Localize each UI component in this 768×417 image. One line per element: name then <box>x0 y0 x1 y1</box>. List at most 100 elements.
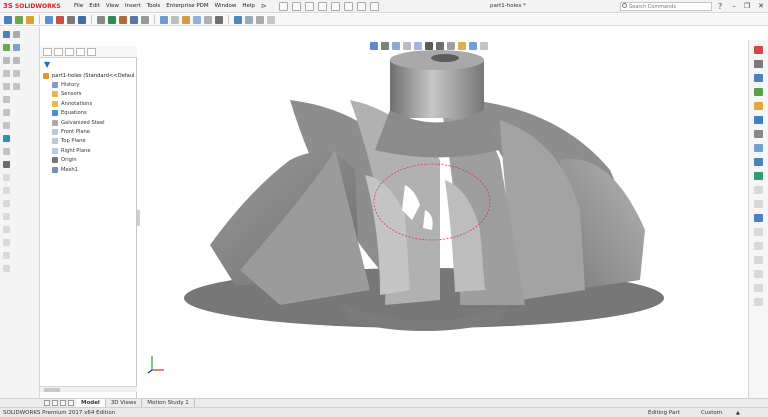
offset-icon[interactable] <box>245 15 253 24</box>
hole-icon[interactable] <box>3 109 10 116</box>
dimxpert-tab-icon[interactable] <box>76 48 85 56</box>
shell-icon[interactable] <box>3 70 10 77</box>
first-tab-icon[interactable] <box>44 400 50 406</box>
wrap-icon[interactable] <box>13 83 20 90</box>
menu-insert[interactable]: Insert <box>125 3 141 9</box>
undo-icon[interactable] <box>330 1 340 11</box>
property-manager-tab-icon[interactable] <box>54 48 63 56</box>
task-pane-item-icon[interactable] <box>754 214 763 222</box>
display-style-icon[interactable] <box>436 41 444 50</box>
task-pane-item-icon[interactable] <box>754 242 763 250</box>
rebuild-icon[interactable] <box>356 1 366 11</box>
task-pane-item-icon[interactable] <box>754 228 763 236</box>
convert-entities-icon[interactable] <box>256 15 264 24</box>
prev-tab-icon[interactable] <box>52 400 58 406</box>
minimize-button[interactable]: – <box>732 2 736 10</box>
menu-tools[interactable]: Tools <box>147 3 161 9</box>
trim-icon[interactable] <box>234 15 242 24</box>
3d-content-icon[interactable] <box>754 158 763 166</box>
view-settings-icon[interactable] <box>480 41 488 50</box>
tree-item-annotations[interactable]: Annotations <box>40 99 137 108</box>
options-icon[interactable] <box>369 1 379 11</box>
display-manager-tab-icon[interactable] <box>87 48 96 56</box>
impeller-model[interactable] <box>140 40 748 398</box>
cad-models-icon[interactable] <box>754 144 763 152</box>
hide-show-items-icon[interactable] <box>447 41 455 50</box>
circle-icon[interactable] <box>193 15 201 24</box>
menu-enterprise-pdm[interactable]: Enterprise PDM <box>166 3 208 9</box>
tree-item-front-plane[interactable]: Front Plane <box>40 127 137 136</box>
tree-item-material[interactable]: Galvanized Steel <box>40 118 137 127</box>
design-library-icon[interactable] <box>754 60 763 68</box>
combine-icon[interactable] <box>3 148 10 155</box>
fill-icon[interactable] <box>3 265 10 272</box>
cut-icon[interactable] <box>45 15 53 24</box>
mesh-tools-icon[interactable] <box>119 15 127 24</box>
apply-scene-icon[interactable] <box>469 41 477 50</box>
graphics-area[interactable] <box>140 40 748 398</box>
help-icon[interactable]: ? <box>718 2 722 11</box>
view-palette-icon[interactable] <box>754 88 763 96</box>
save-icon[interactable] <box>304 1 314 11</box>
menu-file[interactable]: File <box>74 3 83 9</box>
next-tab-icon[interactable] <box>60 400 66 406</box>
tree-item-equations[interactable]: Equations <box>40 109 137 118</box>
task-pane-item-icon[interactable] <box>754 270 763 278</box>
line-icon[interactable] <box>171 15 179 24</box>
pin-icon[interactable]: ⊳ <box>261 2 267 10</box>
zoom-to-fit-icon[interactable] <box>370 41 378 50</box>
arc-icon[interactable] <box>204 15 212 24</box>
delete-face-icon[interactable] <box>3 213 10 220</box>
tree-item-top-plane[interactable]: Top Plane <box>40 137 137 146</box>
relations-icon[interactable] <box>267 15 275 24</box>
tree-item-history[interactable]: History <box>40 80 137 89</box>
close-button[interactable]: ✕ <box>758 2 764 10</box>
reference-geometry-icon[interactable] <box>97 15 105 24</box>
zoom-icon[interactable] <box>13 31 20 38</box>
knit-icon[interactable] <box>3 252 10 259</box>
open-icon[interactable] <box>291 1 301 11</box>
replace-face-icon[interactable] <box>3 226 10 233</box>
sustainability-icon[interactable] <box>754 172 763 180</box>
menu-window[interactable]: Window <box>215 3 237 9</box>
move-icon[interactable] <box>3 187 10 194</box>
mirror-icon[interactable] <box>78 15 86 24</box>
mesh-prep-icon[interactable] <box>3 161 10 168</box>
draft-icon[interactable] <box>13 70 20 77</box>
new-document-icon[interactable] <box>278 1 288 11</box>
task-pane-item-icon[interactable] <box>754 284 763 292</box>
tree-item-right-plane[interactable]: Right Plane <box>40 146 137 155</box>
boss-icon[interactable] <box>3 44 10 51</box>
curves-icon[interactable] <box>108 15 116 24</box>
tree-root-part[interactable]: part1-holes (Standard<<Defaul <box>40 71 137 80</box>
configuration-manager-tab-icon[interactable] <box>65 48 74 56</box>
smart-dimension-icon[interactable] <box>160 15 168 24</box>
custom-properties-icon[interactable] <box>754 116 763 124</box>
pointer-icon[interactable] <box>3 31 10 38</box>
revolve-icon[interactable] <box>26 15 34 24</box>
extrude-icon[interactable] <box>15 15 23 24</box>
units-selector[interactable]: Custom <box>701 410 722 416</box>
print-icon[interactable] <box>317 1 327 11</box>
loft-icon[interactable] <box>3 57 10 64</box>
chamfer-icon[interactable] <box>3 122 10 129</box>
feature-tree-tab-icon[interactable] <box>43 48 52 56</box>
horizontal-scrollbar[interactable] <box>40 386 137 392</box>
menu-edit[interactable]: Edit <box>89 3 100 9</box>
cut-extrude-icon[interactable] <box>13 44 20 51</box>
view-orientation-icon[interactable] <box>425 41 433 50</box>
sweep-icon[interactable] <box>13 57 20 64</box>
previous-view-icon[interactable] <box>392 41 400 50</box>
scrollbar-thumb[interactable] <box>44 388 60 392</box>
forum-icon[interactable] <box>754 130 763 138</box>
file-explorer-icon[interactable] <box>754 74 763 82</box>
tree-item-origin[interactable]: Origin <box>40 156 137 165</box>
menu-help[interactable]: Help <box>242 3 255 9</box>
solidworks-resources-icon[interactable] <box>754 46 763 54</box>
tree-item-mesh1[interactable]: Mesh1 <box>40 165 137 174</box>
pattern-icon[interactable] <box>67 15 75 24</box>
last-tab-icon[interactable] <box>68 400 74 406</box>
copy-icon[interactable] <box>3 200 10 207</box>
task-pane-item-icon[interactable] <box>754 200 763 208</box>
search-commands-input[interactable]: Search Commands <box>620 2 712 11</box>
